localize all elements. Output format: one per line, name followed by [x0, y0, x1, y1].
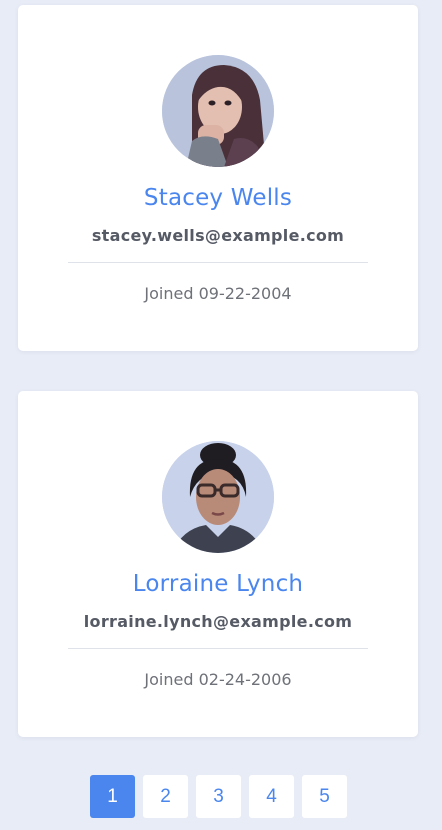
user-joined-date: Joined 09-22-2004	[144, 284, 292, 303]
user-card: Stacey Wells stacey.wells@example.com Jo…	[18, 5, 418, 351]
user-joined-date: Joined 02-24-2006	[144, 670, 292, 689]
user-name: Lorraine Lynch	[132, 571, 304, 597]
card-divider	[68, 262, 368, 263]
user-avatar	[162, 441, 274, 553]
user-avatar	[162, 55, 274, 167]
user-name: Stacey Wells	[143, 185, 293, 211]
page-button-3[interactable]: 3	[196, 775, 241, 818]
page-button-4[interactable]: 4	[249, 775, 294, 818]
user-email: stacey.wells@example.com	[91, 226, 345, 245]
card-divider	[68, 648, 368, 649]
avatar-photo	[162, 55, 274, 167]
pagination: 1 2 3 4 5	[90, 775, 347, 818]
user-card: Lorraine Lynch lorraine.lynch@example.co…	[18, 391, 418, 737]
avatar-photo	[162, 441, 274, 553]
user-email: lorraine.lynch@example.com	[83, 612, 353, 631]
page-button-1[interactable]: 1	[90, 775, 135, 818]
page-button-2[interactable]: 2	[143, 775, 188, 818]
page-button-5[interactable]: 5	[302, 775, 347, 818]
page: Stacey Wells stacey.wells@example.com Jo…	[0, 0, 442, 830]
